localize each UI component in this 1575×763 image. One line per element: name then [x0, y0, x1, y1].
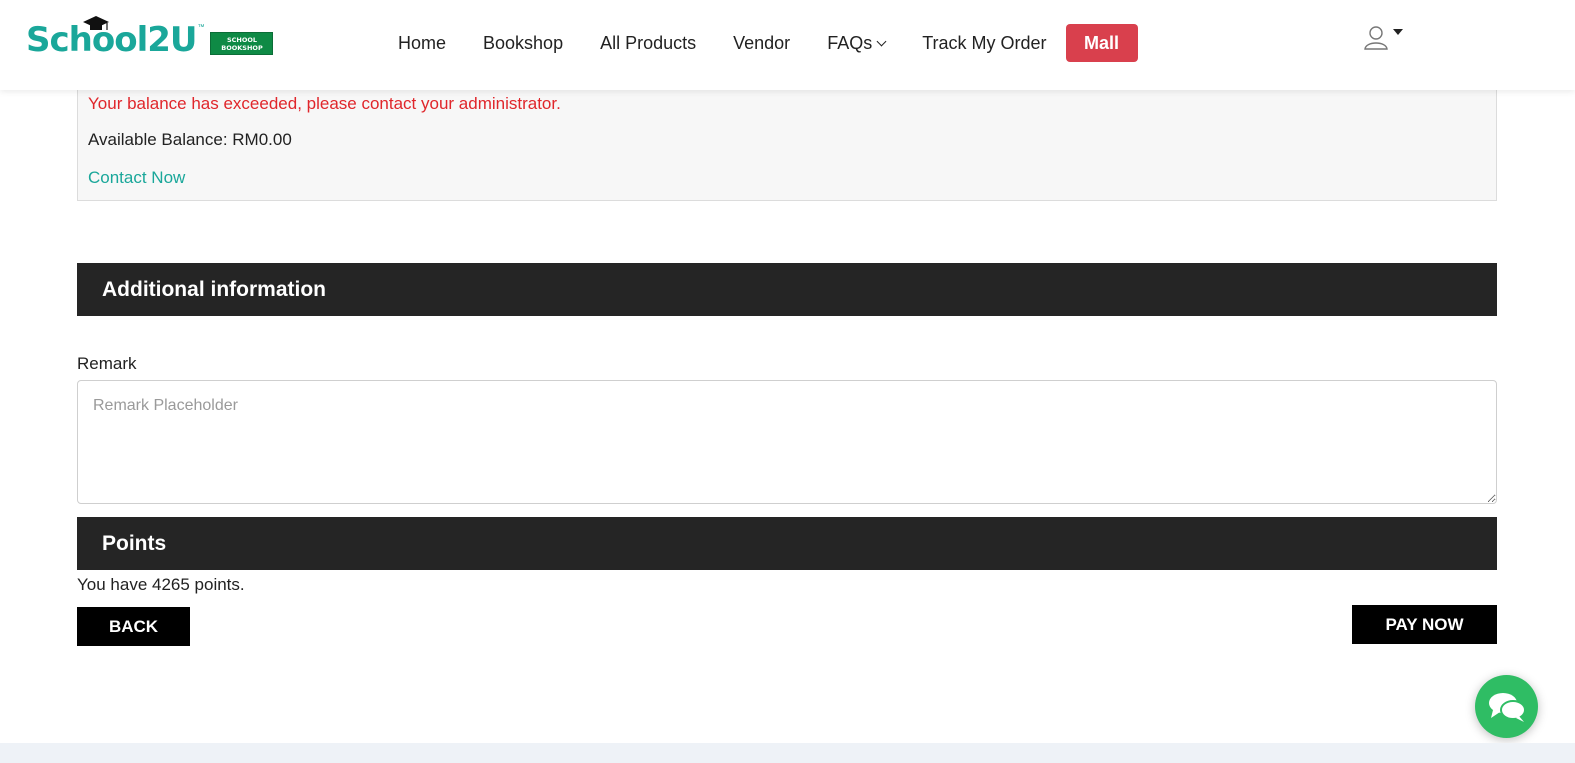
points-summary: You have 4265 points.: [77, 575, 245, 594]
user-menu[interactable]: [1363, 24, 1403, 50]
live-chat-button[interactable]: [1475, 675, 1538, 738]
caret-down-icon: [1393, 29, 1403, 35]
logo-badge-line2: BOOKSHOP: [221, 44, 263, 52]
balance-warning-text: Your balance has exceeded, please contac…: [88, 94, 561, 113]
main-nav: Home Bookshop All Products Vendor FAQs T…: [380, 22, 1138, 64]
logo-badge-line1: SCHOOL: [226, 36, 258, 44]
mall-button[interactable]: Mall: [1065, 24, 1138, 62]
nav-faqs[interactable]: FAQs: [827, 32, 887, 54]
nav-vendor[interactable]: Vendor: [733, 33, 790, 54]
nav-all-products[interactable]: All Products: [600, 33, 696, 54]
contact-now-link[interactable]: Contact Now: [88, 168, 185, 188]
site-header: School2U ™ SCHOOL BOOKSHOP Home Bookshop…: [0, 0, 1575, 90]
footer-strip: [0, 743, 1575, 763]
nav-faqs-label: FAQs: [827, 32, 873, 53]
additional-info-header: Additional information: [77, 263, 1497, 316]
remark-input[interactable]: [77, 380, 1497, 504]
user-icon: [1364, 26, 1388, 50]
available-balance: Available Balance: RM0.00: [88, 130, 292, 149]
remark-label: Remark: [77, 354, 137, 373]
logo-wordmark: School2U: [26, 20, 197, 60]
chat-icon: [1488, 692, 1526, 722]
nav-home[interactable]: Home: [398, 33, 446, 54]
points-header: Points: [77, 517, 1497, 570]
logo-trademark: ™: [197, 24, 205, 31]
back-button[interactable]: BACK: [77, 607, 190, 646]
graduation-cap-icon: [83, 16, 109, 30]
nav-bookshop[interactable]: Bookshop: [483, 33, 563, 54]
chevron-down-icon: [876, 36, 887, 46]
nav-track-my-order[interactable]: Track My Order: [922, 33, 1046, 54]
school2u-logo[interactable]: School2U ™ SCHOOL BOOKSHOP: [26, 16, 274, 64]
pay-now-button[interactable]: PAY NOW: [1352, 605, 1497, 644]
logo-badge: SCHOOL BOOKSHOP: [210, 32, 274, 55]
balance-notice: Your balance has exceeded, please contac…: [77, 86, 1497, 201]
